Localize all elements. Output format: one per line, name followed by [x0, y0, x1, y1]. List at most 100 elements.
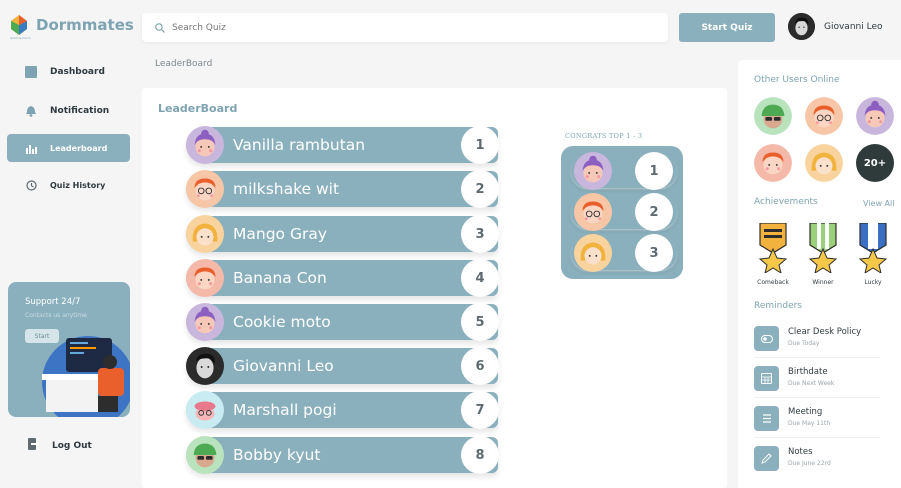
reminder-item[interactable]: Meeting Due May 11th: [754, 400, 880, 438]
more-users-badge[interactable]: 20+: [856, 144, 894, 182]
bar-chart-icon: [25, 142, 37, 154]
rank-badge: 3: [461, 215, 499, 253]
avatar: [186, 303, 224, 341]
support-card: Support 24/7 Contacts us anytime Start: [8, 282, 130, 417]
medal-icon: [858, 222, 888, 275]
achievement-comeback[interactable]: Comeback: [755, 222, 791, 286]
user-profile[interactable]: Giovanni Leo: [788, 13, 883, 40]
avatar: [574, 193, 612, 231]
avatar: [186, 126, 224, 164]
achievement-label: Winner: [812, 279, 834, 286]
logo-icon: Quizme Dorm: [10, 14, 31, 40]
rank-badge: 1: [461, 126, 499, 164]
top-three-card: 1 2 3: [561, 146, 683, 279]
player-name: Banana Con: [233, 269, 327, 287]
rank-badge: 8: [461, 436, 499, 474]
view-all-link[interactable]: View All: [863, 199, 894, 208]
logo-tagline: Quizme Dorm: [10, 36, 31, 40]
user-name: Giovanni Leo: [824, 21, 883, 32]
player-name: Bobby kyut: [233, 446, 321, 464]
medal-icon: [808, 222, 838, 275]
rank-badge: 5: [461, 303, 499, 341]
pen-icon: [754, 446, 779, 471]
avatar: [574, 234, 612, 272]
reminder-due: Due Next Week: [788, 380, 835, 387]
online-user-avatar[interactable]: [805, 144, 843, 182]
leaderboard-row[interactable]: Banana Con 4: [186, 259, 499, 297]
congrats-title: CONGRATS TOP 1 - 3: [565, 132, 643, 140]
reminder-title: Clear Desk Policy: [788, 327, 862, 337]
avatar: [788, 13, 815, 40]
online-user-avatar[interactable]: [805, 97, 843, 135]
reminder-title: Birthdate: [788, 367, 828, 377]
sidebar-item-label: Leaderboard: [50, 143, 108, 153]
sidebar-item-label: Dashboard: [50, 67, 105, 77]
sidebar-item-dashboard[interactable]: Dashboard: [7, 58, 130, 86]
avatar: [574, 152, 612, 190]
avatar: [186, 436, 224, 474]
reminder-due: Due May 11th: [788, 420, 831, 427]
start-quiz-button[interactable]: Start Quiz: [679, 13, 775, 42]
reminder-item[interactable]: Notes Due June 22rd: [754, 440, 880, 478]
app-logo[interactable]: Quizme Dorm Dormmates: [10, 14, 134, 40]
avatar: [186, 215, 224, 253]
rank-badge: 2: [635, 193, 673, 231]
podium-row[interactable]: 3: [571, 234, 677, 272]
right-panel: Other Users Online 20+ Achievements View…: [738, 60, 901, 488]
rank-badge: 3: [635, 234, 673, 272]
history-icon: [25, 179, 37, 191]
reminder-item[interactable]: Clear Desk Policy Due Today: [754, 320, 880, 358]
podium-row[interactable]: 1: [571, 152, 677, 190]
leaderboard-row[interactable]: milkshake wit 2: [186, 170, 499, 208]
achievements-title: Achievements: [754, 197, 818, 207]
online-users-title: Other Users Online: [754, 75, 840, 85]
rank-badge: 4: [461, 259, 499, 297]
calendar-icon: [754, 366, 779, 391]
leaderboard-row[interactable]: Mango Gray 3: [186, 215, 499, 253]
search-icon: [155, 18, 165, 37]
app-name: Dormmates: [36, 16, 134, 34]
bell-icon: [25, 105, 37, 117]
logout-label: Log Out: [52, 440, 92, 451]
logout-icon: [28, 438, 38, 453]
leaderboard-row[interactable]: Cookie moto 5: [186, 303, 499, 341]
medal-icon: [758, 222, 788, 275]
avatar: [186, 347, 224, 385]
logout-button[interactable]: Log Out: [28, 438, 92, 453]
leaderboard-row[interactable]: Vanilla rambutan 1: [186, 126, 499, 164]
sidebar-item-notification[interactable]: Notification: [7, 97, 130, 125]
reminder-due: Due June 22rd: [788, 460, 831, 467]
support-subtitle: Contacts us anytime: [25, 312, 87, 319]
achievement-winner[interactable]: Winner: [805, 222, 841, 286]
online-user-avatar[interactable]: [856, 97, 894, 135]
support-title: Support 24/7: [25, 297, 81, 307]
reminder-title: Meeting: [788, 407, 823, 417]
achievement-label: Comeback: [757, 279, 789, 286]
player-name: Giovanni Leo: [233, 357, 334, 375]
player-name: Mango Gray: [233, 225, 327, 243]
search-bar[interactable]: [142, 13, 668, 42]
leaderboard-row[interactable]: Giovanni Leo 6: [186, 347, 499, 385]
player-name: Vanilla rambutan: [233, 136, 366, 154]
player-name: milkshake wit: [233, 180, 340, 198]
reminder-title: Notes: [788, 447, 813, 457]
podium-row[interactable]: 2: [571, 193, 677, 231]
player-name: Cookie moto: [233, 313, 331, 331]
achievement-lucky[interactable]: Lucky: [855, 222, 891, 286]
sidebar-item-leaderboard[interactable]: Leaderboard: [7, 134, 130, 162]
rank-badge: 2: [461, 170, 499, 208]
breadcrumb: LeaderBoard: [155, 59, 213, 69]
leaderboard-row[interactable]: Marshall pogi 7: [186, 391, 499, 429]
search-input[interactable]: [172, 22, 572, 33]
page-title: LeaderBoard: [158, 102, 238, 115]
online-user-avatar[interactable]: [754, 144, 792, 182]
reminder-item[interactable]: Birthdate Due Next Week: [754, 360, 880, 398]
sidebar-item-quiz-history[interactable]: Quiz History: [7, 171, 130, 199]
toggle-icon: [754, 326, 779, 351]
avatar: [186, 170, 224, 208]
leaderboard-row[interactable]: Bobby kyut 8: [186, 436, 499, 474]
rank-badge: 1: [635, 152, 673, 190]
achievement-label: Lucky: [864, 279, 882, 286]
leaderboard-panel: LeaderBoard Vanilla rambutan 1 milkshake…: [142, 88, 727, 488]
online-user-avatar[interactable]: [754, 97, 792, 135]
